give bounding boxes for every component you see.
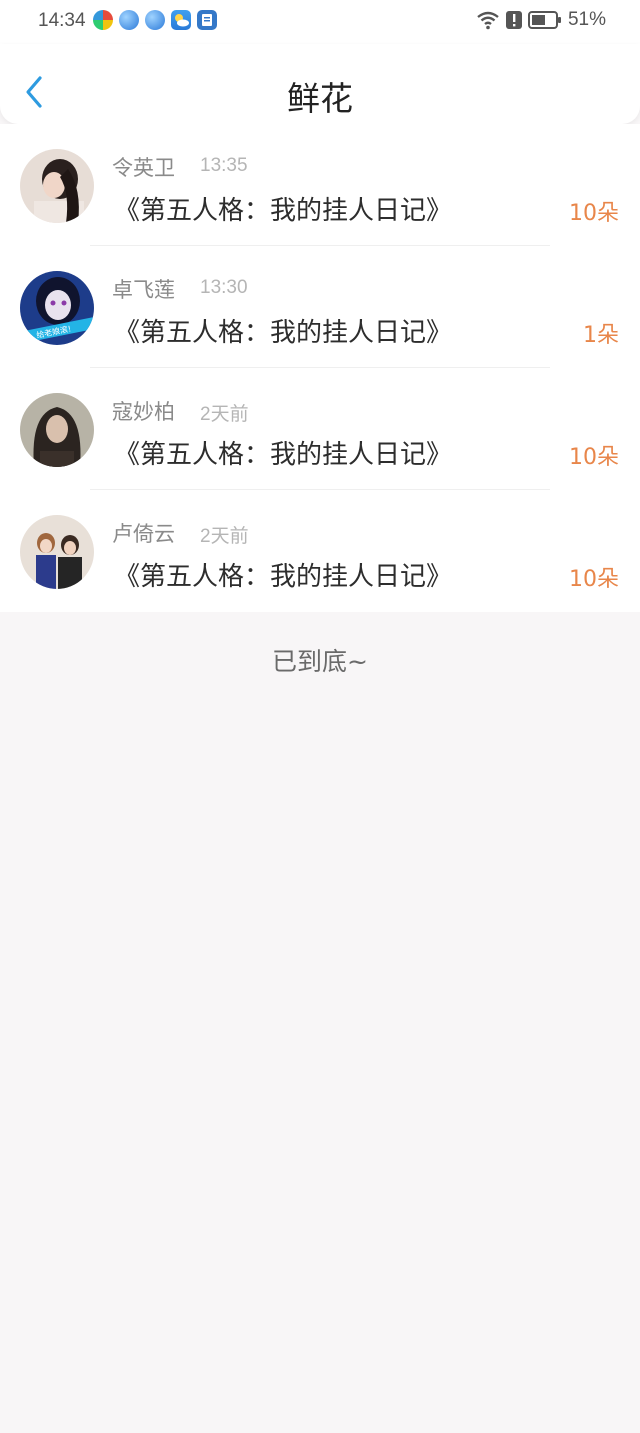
end-of-list-text: 已到底~: [272, 647, 368, 676]
avatar[interactable]: [20, 149, 94, 223]
sender-name: 令英卫: [112, 156, 175, 180]
flower-count: 10朵: [569, 567, 619, 592]
multicolor-app-icon: [93, 10, 113, 30]
send-time: 2天前: [200, 404, 249, 425]
book-title[interactable]: 《第五人格：我的挂人日记》: [114, 190, 452, 227]
send-time: 13:30: [200, 277, 248, 298]
send-time: 13:35: [200, 155, 248, 176]
status-bar: 14:34 51%: [0, 0, 640, 44]
notification-icons: [93, 10, 217, 30]
list-item[interactable]: 卢倚云 2天前 《第五人格：我的挂人日记》 10朵: [0, 490, 640, 612]
page-title: 鲜花: [287, 79, 353, 118]
avatar[interactable]: [20, 393, 94, 467]
wifi-icon: [477, 11, 499, 30]
document-icon: [197, 10, 217, 30]
list-item[interactable]: 给老娘滚! 卓飞莲 13:30 《第五人格：我的挂人日记》 1朵: [0, 246, 640, 368]
book-title[interactable]: 《第五人格：我的挂人日记》: [114, 312, 452, 349]
battery-percent: 51%: [567, 9, 606, 30]
flower-count: 10朵: [569, 201, 619, 226]
blue-sphere-icon: [119, 10, 139, 30]
book-title[interactable]: 《第五人格：我的挂人日记》: [114, 434, 452, 471]
blue-sphere-icon: [145, 10, 165, 30]
status-time: 14:34: [38, 10, 86, 31]
list-item[interactable]: 令英卫 13:35 《第五人格：我的挂人日记》 10朵: [0, 124, 640, 246]
alert-icon: [505, 11, 522, 29]
send-time: 2天前: [200, 526, 249, 547]
status-right: 51%: [476, 9, 606, 31]
list-item[interactable]: 寇妙柏 2天前 《第五人格：我的挂人日记》 10朵: [0, 368, 640, 490]
battery-icon: [527, 11, 561, 29]
sender-name: 卓飞莲: [112, 278, 175, 302]
book-title[interactable]: 《第五人格：我的挂人日记》: [114, 556, 452, 593]
avatar[interactable]: 给老娘滚!: [20, 271, 94, 345]
flower-list: 令英卫 13:35 《第五人格：我的挂人日记》 10朵 给老娘滚! 卓飞莲 13…: [0, 124, 640, 612]
nav-header: 鲜花: [0, 44, 640, 124]
flower-count: 10朵: [569, 445, 619, 470]
weather-icon: [171, 10, 191, 30]
sender-name: 寇妙柏: [112, 400, 175, 424]
sender-name: 卢倚云: [112, 522, 175, 546]
avatar[interactable]: [20, 515, 94, 589]
flower-count: 1朵: [583, 323, 619, 348]
